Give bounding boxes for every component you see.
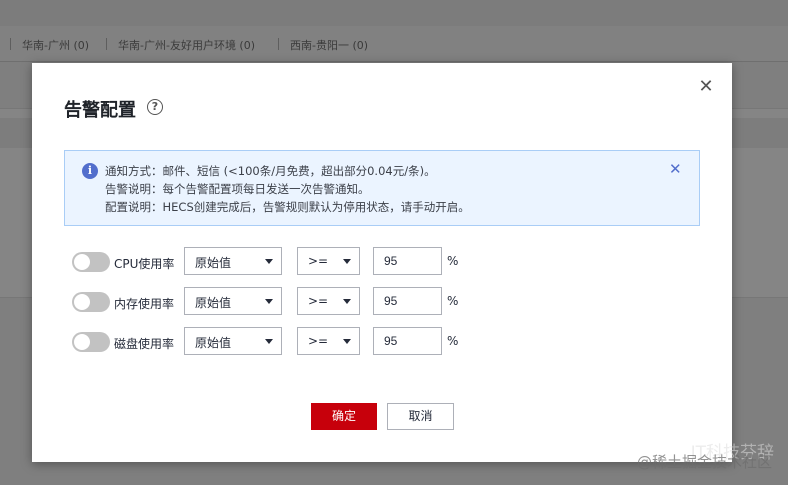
- rule-label: CPU使用率: [114, 257, 175, 271]
- operator-select[interactable]: >=: [297, 247, 360, 275]
- caret-down-icon: [265, 299, 273, 304]
- alert-rule-disk: 磁盘使用率 原始值 >= %: [72, 326, 512, 355]
- close-icon[interactable]: ✕: [698, 78, 714, 96]
- threshold-input[interactable]: [373, 327, 442, 355]
- close-icon[interactable]: ✕: [669, 161, 682, 177]
- rule-label: 磁盘使用率: [114, 337, 175, 351]
- operator-select[interactable]: >=: [297, 327, 360, 355]
- caret-down-icon: [343, 339, 351, 344]
- caret-down-icon: [343, 299, 351, 304]
- caret-down-icon: [343, 259, 351, 264]
- threshold-input[interactable]: [373, 247, 442, 275]
- select-value: >=: [308, 254, 329, 268]
- unit-label: %: [447, 254, 459, 268]
- info-line: 告警说明：每个告警配置项每日发送一次告警通知。: [105, 182, 370, 196]
- value-mode-select[interactable]: 原始值: [184, 287, 282, 315]
- info-icon: i: [82, 163, 98, 179]
- region-tab: 华南-广州-友好用户环境 (0): [118, 39, 256, 52]
- toggle-knob: [74, 254, 90, 270]
- unit-label: %: [447, 334, 459, 348]
- select-value: >=: [308, 334, 329, 348]
- threshold-input[interactable]: [373, 287, 442, 315]
- info-line: 配置说明：HECS创建完成后，告警规则默认为停用状态，请手动开启。: [105, 200, 470, 214]
- select-value: >=: [308, 294, 329, 308]
- region-separator: [106, 38, 107, 50]
- select-value: 原始值: [195, 336, 232, 350]
- operator-select[interactable]: >=: [297, 287, 360, 315]
- toggle-knob: [74, 334, 90, 350]
- dialog-title: 告警配置: [64, 100, 136, 121]
- alert-config-dialog: 告警配置 ? ✕ i 通知方式：邮件、短信 (<100条/月免费，超出部分0.0…: [32, 63, 732, 462]
- value-mode-select[interactable]: 原始值: [184, 327, 282, 355]
- region-separator: [278, 38, 279, 50]
- caret-down-icon: [265, 339, 273, 344]
- watermark-subtitle: @稀土掘金技术社区: [636, 453, 772, 471]
- cancel-button[interactable]: 取消: [387, 403, 454, 430]
- region-separator: [10, 38, 11, 50]
- info-line: 通知方式：邮件、短信 (<100条/月免费，超出部分0.04元/条)。: [105, 164, 436, 178]
- select-value: 原始值: [195, 256, 232, 270]
- memory-alert-toggle[interactable]: [72, 292, 110, 312]
- help-icon[interactable]: ?: [147, 99, 163, 115]
- caret-down-icon: [265, 259, 273, 264]
- unit-label: %: [447, 294, 459, 308]
- cpu-alert-toggle[interactable]: [72, 252, 110, 272]
- confirm-button[interactable]: 确定: [311, 403, 377, 430]
- select-value: 原始值: [195, 296, 232, 310]
- alert-rule-cpu: CPU使用率 原始值 >= %: [72, 246, 512, 275]
- region-tab: 华南-广州 (0): [22, 39, 90, 52]
- region-tab: 西南-贵阳一 (0): [290, 39, 369, 52]
- value-mode-select[interactable]: 原始值: [184, 247, 282, 275]
- alert-rule-memory: 内存使用率 原始值 >= %: [72, 286, 512, 315]
- rule-label: 内存使用率: [114, 297, 175, 311]
- background-topbar: [0, 0, 788, 26]
- disk-alert-toggle[interactable]: [72, 332, 110, 352]
- info-banner: i 通知方式：邮件、短信 (<100条/月免费，超出部分0.04元/条)。 告警…: [64, 150, 700, 226]
- toggle-knob: [74, 294, 90, 310]
